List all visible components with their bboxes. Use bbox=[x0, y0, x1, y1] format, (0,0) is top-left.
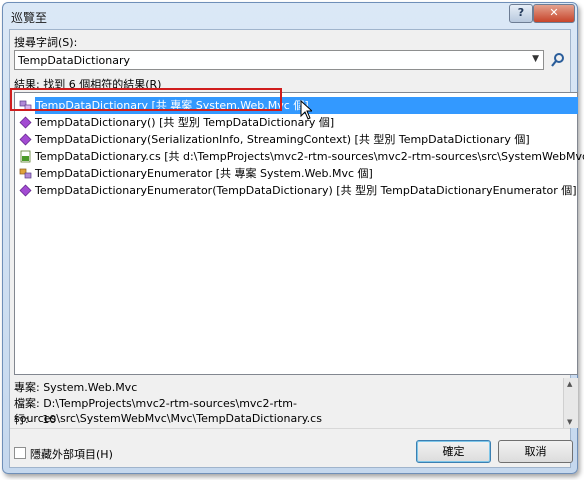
hide-external-checkbox[interactable] bbox=[14, 447, 26, 459]
navigate-to-dialog: 巡覽至 ? ✕ 搜尋字詞(S): TempDataDictionary ▼ 結果… bbox=[2, 2, 584, 474]
project-detail: 專案: System.Web.Mvc bbox=[14, 381, 138, 394]
ok-button[interactable]: 確定 bbox=[416, 440, 491, 463]
close-button[interactable]: ✕ bbox=[533, 4, 575, 23]
results-list[interactable]: TempDataDictionary [共 專案 System.Web.Mvc … bbox=[14, 92, 584, 375]
mouse-cursor-icon bbox=[300, 100, 312, 120]
search-combobox[interactable]: TempDataDictionary ▼ bbox=[14, 50, 544, 70]
file-detail: 檔案: D:\TempProjects\mvc2-rtm-sources\mvc… bbox=[14, 397, 322, 425]
cancel-button[interactable]: 取消 bbox=[498, 440, 573, 463]
list-item-label: TempDataDictionaryEnumerator(TempDataDic… bbox=[35, 184, 577, 197]
details-panel: 專案: System.Web.Mvc 檔案: D:\TempProjects\m… bbox=[14, 378, 578, 428]
highlight-callout bbox=[10, 88, 282, 111]
cs-file-icon bbox=[20, 150, 31, 163]
line-value: 10 bbox=[42, 413, 57, 426]
search-input[interactable]: TempDataDictionary bbox=[18, 54, 130, 67]
search-icon[interactable] bbox=[550, 52, 566, 68]
list-item-label: TempDataDictionary.cs [共 d:\TempProjects… bbox=[35, 150, 584, 163]
chevron-up-icon[interactable]: ▲ bbox=[567, 380, 572, 388]
method-icon bbox=[19, 116, 32, 129]
list-item-label: TempDataDictionaryEnumerator [共 專案 Syste… bbox=[35, 167, 373, 180]
close-icon: ✕ bbox=[549, 6, 559, 19]
chevron-down-icon[interactable]: ▼ bbox=[532, 54, 539, 64]
method-icon bbox=[19, 184, 32, 197]
window-title: 巡覽至 bbox=[11, 11, 48, 25]
title-bar[interactable]: 巡覽至 ? ✕ bbox=[3, 3, 577, 29]
chevron-down-icon[interactable]: ▼ bbox=[567, 418, 572, 426]
class-icon bbox=[19, 168, 32, 179]
hide-external-label[interactable]: 隱藏外部項目(H) bbox=[30, 446, 113, 462]
method-icon bbox=[19, 133, 32, 146]
list-item-label: TempDataDictionary() [共 型別 TempDataDicti… bbox=[35, 116, 335, 129]
line-detail: 行: 10 bbox=[14, 412, 56, 427]
divider bbox=[10, 428, 570, 429]
help-button[interactable]: ? bbox=[509, 4, 533, 23]
line-label: 行: bbox=[14, 413, 29, 426]
details-scrollbar[interactable]: ▲ ▼ bbox=[563, 378, 578, 428]
list-item-label: TempDataDictionary(SerializationInfo, St… bbox=[35, 133, 530, 146]
search-label: 搜尋字詞(S): bbox=[14, 36, 78, 49]
